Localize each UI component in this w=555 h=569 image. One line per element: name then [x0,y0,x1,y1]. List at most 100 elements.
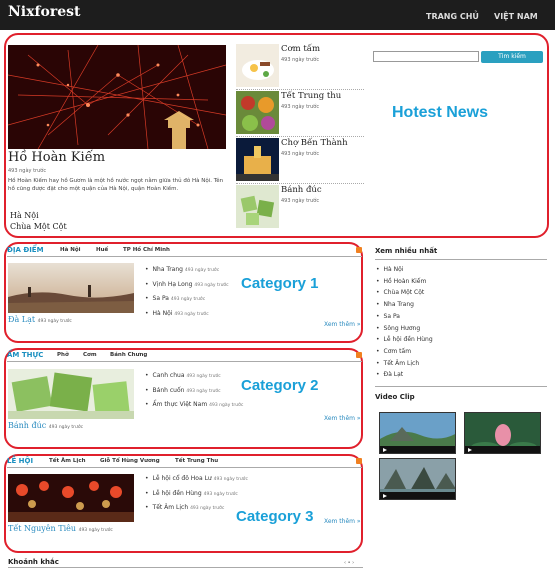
list-item[interactable]: • Ẩm thực Việt Nam 493 ngày trước [145,398,243,413]
divider [8,567,363,568]
bullet-icon: • [376,359,380,367]
list-item-title[interactable]: Sa Pa [153,295,169,302]
side-news-title[interactable]: Chợ Bến Thành [281,138,348,148]
category-caption[interactable]: Tết Nguyên Tiêu 493 ngày trước [8,524,113,533]
category-image[interactable] [8,263,134,313]
category-sub-link[interactable]: Giỗ Tổ Hùng Vương [100,458,160,464]
popular-item[interactable]: • Nha Trang [376,299,433,311]
category-sub-link[interactable]: Bánh Chưng [110,352,147,358]
list-item[interactable]: • Hà Nội 493 ngày trước [145,307,229,322]
video-clip-title: Video Clip [375,393,415,401]
side-news-title[interactable]: Cơm tấm [281,44,320,54]
category-caption-title[interactable]: Đà Lạt [8,315,35,324]
category-name[interactable]: ĐỊA ĐIỂM [7,246,44,254]
list-item-title[interactable]: Lễ hội cổ đô Hoa Lư [153,475,212,482]
related-link-ha-noi[interactable]: Hà Nội [10,210,67,221]
video-thumbnail[interactable] [379,412,456,454]
play-icon[interactable] [383,448,387,452]
category-sub-link[interactable]: TP Hồ Chí Minh [123,247,170,253]
list-item-title[interactable]: Vịnh Hạ Long [153,281,193,288]
category-caption[interactable]: Bánh đúc 493 ngày trước [8,421,83,430]
list-item-title[interactable]: Hà Nội [153,310,173,317]
list-item-title[interactable]: Canh chua [153,372,185,379]
play-icon[interactable] [383,494,387,498]
see-more-link[interactable]: Xem thêm » [324,321,361,328]
list-item[interactable]: • Lễ hội cổ đô Hoa Lư 493 ngày trước [145,472,248,487]
category-caption-title[interactable]: Tết Nguyên Tiêu [8,524,76,533]
rss-icon[interactable] [356,458,362,464]
moments-title: Khoảnh khắc [8,558,59,566]
hero-image[interactable] [8,45,226,149]
popular-item-label[interactable]: Nha Trang [384,301,414,308]
category-caption[interactable]: Đà Lạt 493 ngày trước [8,315,72,324]
popular-item[interactable]: • Tết Âm Lịch [376,358,433,370]
list-item[interactable]: • Sa Pa 493 ngày trước [145,292,229,307]
category-sub-link[interactable]: Tết Trung Thu [175,458,218,464]
popular-item[interactable]: • Cơm tấm [376,346,433,358]
side-news-item[interactable]: Bánh đúc 493 ngày trước [236,185,366,229]
popular-item-label[interactable]: Lễ hội đền Hùng [384,336,433,343]
rss-icon[interactable] [356,352,362,358]
hero-title[interactable]: Hồ Hoàn Kiếm [8,150,105,165]
hotest-news-annotation: Hotest News [392,104,489,121]
list-item-title[interactable]: Tết Âm Lịch [153,504,189,511]
see-more-link[interactable]: Xem thêm » [324,518,361,525]
popular-item-label[interactable]: Sa Pa [384,313,400,320]
category-sub-link[interactable]: Hà Nội [60,247,81,253]
popular-item[interactable]: • Hà Nội [376,264,433,276]
see-more-link[interactable]: Xem thêm » [324,415,361,422]
category-image[interactable] [8,369,134,419]
bullet-icon: • [145,280,149,288]
category-name[interactable]: ẨM THỰC [7,351,43,359]
nav-trang-chu[interactable]: TRANG CHỦ [426,12,479,21]
nav-viet-nam[interactable]: VIỆT NAM [494,12,538,21]
side-news-title[interactable]: Bánh đúc [281,185,322,195]
popular-item-label[interactable]: Chùa Một Cột [384,289,425,296]
list-item[interactable]: • Nha Trang 493 ngày trước [145,263,229,278]
rss-icon[interactable] [356,247,362,253]
side-news-item[interactable]: Cơm tấm 493 ngày trước [236,44,366,88]
popular-item-label[interactable]: Hà Nội [384,266,404,273]
popular-item[interactable]: • Đà Lạt [376,369,433,381]
related-link-chua-mot-cot[interactable]: Chùa Một Cột [10,221,67,232]
video-thumbnail[interactable] [379,458,456,500]
popular-item[interactable]: • Lễ hội đền Hùng [376,334,433,346]
category-caption-title[interactable]: Bánh đúc [8,421,46,430]
side-news-item[interactable]: Chợ Bến Thành 493 ngày trước [236,138,366,182]
popular-item[interactable]: • Sa Pa [376,311,433,323]
divider [236,136,364,137]
category-sub-link[interactable]: Phở [57,352,69,358]
site-logo[interactable]: Nixforest [8,4,80,20]
list-item-title[interactable]: Ẩm thực Việt Nam [153,401,208,408]
search-input[interactable] [373,51,479,62]
side-news-item[interactable]: Tết Trung thu 493 ngày trước [236,91,366,135]
popular-item[interactable]: • Sông Hương [376,323,433,335]
category-3-annotation: Category 3 [236,508,314,525]
popular-item-label[interactable]: Hồ Hoàn Kiếm [384,278,427,285]
list-item-title[interactable]: Nha Trang [153,266,183,273]
category-image[interactable] [8,474,134,522]
play-icon[interactable] [468,448,472,452]
category-sub-link[interactable]: Cơm [83,352,97,358]
list-item[interactable]: • Vịnh Hạ Long 493 ngày trước [145,278,229,293]
popular-item-label[interactable]: Đà Lạt [384,371,404,378]
video-thumbnail[interactable] [464,412,541,454]
list-item[interactable]: • Tết Âm Lịch 493 ngày trước [145,501,248,516]
list-item-title[interactable]: Bánh cuốn [153,387,185,394]
category-sub-link[interactable]: Tết Âm Lịch [49,458,86,464]
popular-item-label[interactable]: Sông Hương [384,325,421,332]
list-item[interactable]: • Bánh cuốn 493 ngày trước [145,384,243,399]
category-name[interactable]: LỄ HỘI [7,457,33,465]
pager[interactable]: ‹ • › [344,560,354,566]
category-sub-link[interactable]: Huế [96,247,108,253]
list-item-title[interactable]: Lễ hội đền Hùng [153,490,202,497]
popular-item[interactable]: • Chùa Một Cột [376,287,433,299]
side-news-title[interactable]: Tết Trung thu [281,91,341,101]
popular-item[interactable]: • Hồ Hoàn Kiếm [376,276,433,288]
bullet-icon: • [376,301,380,309]
popular-item-label[interactable]: Tết Âm Lịch [384,360,420,367]
list-item[interactable]: • Lễ hội đền Hùng 493 ngày trước [145,487,248,502]
popular-item-label[interactable]: Cơm tấm [384,348,412,355]
list-item[interactable]: • Canh chua 493 ngày trước [145,369,243,384]
search-button[interactable]: Tìm kiếm [481,51,543,63]
